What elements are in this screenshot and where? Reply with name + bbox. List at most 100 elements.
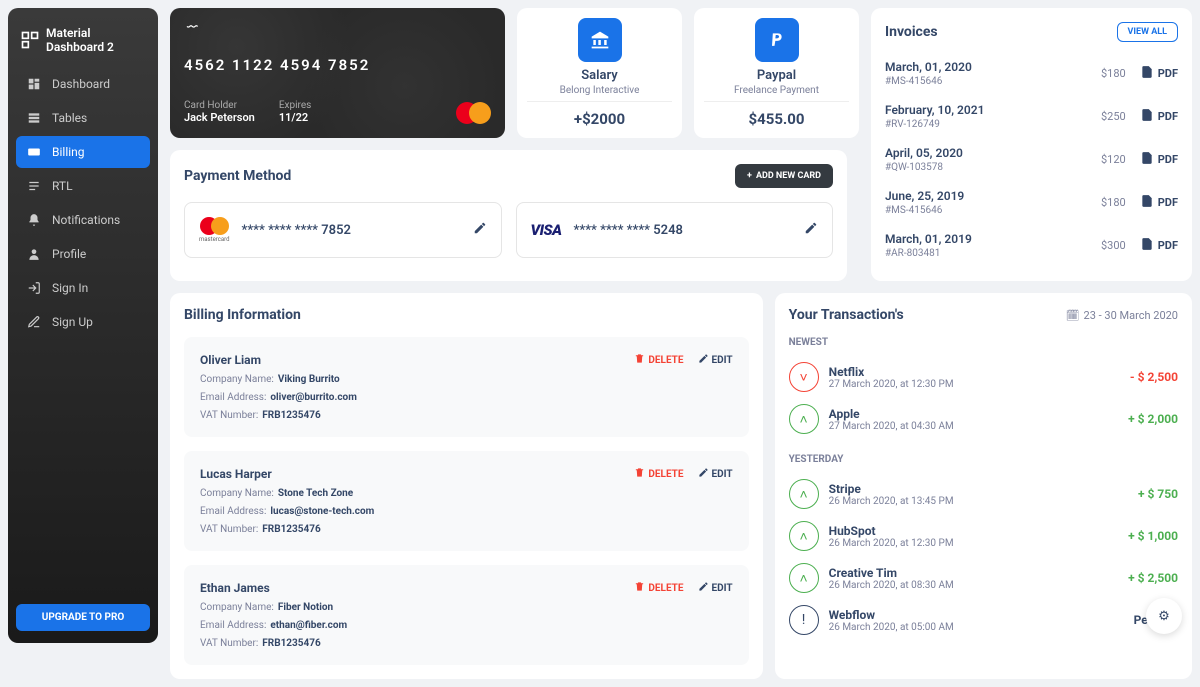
invoices-title: Invoices <box>885 24 938 40</box>
tx-amount: + $ 1,000 <box>1128 529 1178 543</box>
expires-value: 11/22 <box>279 111 311 124</box>
nav-icon <box>26 280 42 296</box>
tx-time: 26 March 2020, at 05:00 AM <box>829 622 954 633</box>
nav-tables[interactable]: Tables <box>16 102 150 134</box>
edit-button[interactable]: EDIT <box>698 581 733 595</box>
nav-label: Dashboard <box>52 77 110 91</box>
invoice-amount: $300 <box>1101 239 1126 252</box>
invoice-id: #MS-415646 <box>885 205 964 216</box>
card-masked: **** **** **** 5248 <box>574 223 792 238</box>
add-card-button[interactable]: +ADD NEW CARD <box>735 164 833 188</box>
nav-notifications[interactable]: Notifications <box>16 204 150 236</box>
payment-card: mastercard **** **** **** 7852 <box>184 202 502 258</box>
nav-icon <box>26 178 42 194</box>
trash-icon <box>634 467 645 481</box>
invoice-date: April, 05, 2020 <box>885 146 963 160</box>
wifi-icon: ⌇ <box>183 23 199 37</box>
brand[interactable]: Material Dashboard 2 <box>16 20 150 68</box>
nav-icon <box>26 212 42 228</box>
invoice-id: #MS-415646 <box>885 76 972 87</box>
pdf-link[interactable]: PDF <box>1140 65 1178 82</box>
expires-label: Expires <box>279 100 311 111</box>
nav-dashboard[interactable]: Dashboard <box>16 68 150 100</box>
nav-icon <box>26 76 42 92</box>
invoices-card: Invoices VIEW ALL March, 01, 2020#MS-415… <box>871 8 1192 281</box>
trash-icon <box>634 353 645 367</box>
mastercard-icon: mastercard <box>199 217 230 243</box>
plus-icon: + <box>747 171 752 181</box>
tx-group-newest: NEWEST <box>789 337 1178 348</box>
edit-button[interactable]: EDIT <box>698 353 733 367</box>
stat-title: Paypal <box>734 68 819 83</box>
tx-time: 27 March 2020, at 12:30 PM <box>829 379 954 390</box>
sidebar: Material Dashboard 2 Dashboard TablesBill… <box>8 8 158 643</box>
tx-name: Apple <box>829 407 954 421</box>
nav-sign-in[interactable]: Sign In <box>16 272 150 304</box>
view-all-button[interactable]: VIEW ALL <box>1117 22 1178 42</box>
pdf-link[interactable]: PDF <box>1140 151 1178 168</box>
tx-amount: - $ 2,500 <box>1130 370 1178 384</box>
nav-label: RTL <box>52 179 73 193</box>
pencil-icon <box>698 353 709 367</box>
nav-sign-up[interactable]: Sign Up <box>16 306 150 338</box>
billing-name: Oliver Liam <box>200 353 261 367</box>
delete-button[interactable]: DELETE <box>634 581 683 595</box>
nav-billing[interactable]: Billing <box>16 136 150 168</box>
main-content: ⌇ 4562 1122 4594 7852 Card Holder Jack P… <box>170 8 1192 679</box>
paypal-icon <box>755 18 799 62</box>
brand-label: Material Dashboard 2 <box>46 26 146 54</box>
nav-rtl[interactable]: RTL <box>16 170 150 202</box>
edit-card-icon[interactable] <box>804 221 818 239</box>
nav-label: Sign Up <box>52 315 93 329</box>
transaction-row: ˄Apple27 March 2020, at 04:30 AM+ $ 2,00… <box>789 398 1178 440</box>
tx-direction-icon: ˅ <box>789 362 819 392</box>
transaction-row: ˄Stripe26 March 2020, at 13:45 PM+ $ 750 <box>789 473 1178 515</box>
card-masked: **** **** **** 7852 <box>242 223 461 238</box>
invoice-date: March, 01, 2019 <box>885 232 972 246</box>
tx-direction-icon: ˄ <box>789 521 819 551</box>
invoice-row: April, 05, 2020 #QW-103578 $120 PDF <box>885 138 1178 181</box>
nav-label: Notifications <box>52 213 120 227</box>
tx-name: Webflow <box>829 608 954 622</box>
delete-button[interactable]: DELETE <box>634 353 683 367</box>
nav-icon <box>26 144 42 160</box>
pdf-link[interactable]: PDF <box>1140 194 1178 211</box>
payment-title: Payment Method <box>184 168 291 184</box>
gear-icon: ⚙ <box>1158 609 1170 624</box>
stat-val: +$2000 <box>527 101 672 128</box>
mastercard-icon <box>456 102 491 124</box>
delete-button[interactable]: DELETE <box>634 467 683 481</box>
nav-label: Sign In <box>52 281 88 295</box>
invoice-amount: $250 <box>1101 110 1126 123</box>
invoice-row: June, 25, 2019#MS-415646$180PDF <box>885 181 1178 224</box>
settings-fab[interactable]: ⚙ <box>1146 598 1182 634</box>
tx-name: Netflix <box>829 365 954 379</box>
transactions-range: 🗓 23 - 30 March 2020 <box>1066 309 1178 322</box>
invoice-date: June, 25, 2019 <box>885 189 964 203</box>
stat-sub: Freelance Payment <box>734 85 819 96</box>
tx-time: 26 March 2020, at 12:30 PM <box>829 538 954 549</box>
pencil-icon <box>698 581 709 595</box>
edit-card-icon[interactable] <box>473 221 487 239</box>
nav-profile[interactable]: Profile <box>16 238 150 270</box>
stat-val: $455.00 <box>704 101 849 128</box>
upgrade-button[interactable]: UPGRADE TO PRO <box>16 604 150 631</box>
billing-item: Ethan JamesDELETEEDITCompany Name:Fiber … <box>184 565 749 665</box>
invoice-amount: $120 <box>1101 153 1126 166</box>
tx-time: 26 March 2020, at 13:45 PM <box>829 496 954 507</box>
pdf-link[interactable]: PDF <box>1140 108 1178 125</box>
billing-title: Billing Information <box>184 307 749 323</box>
tx-amount: + $ 2,000 <box>1128 412 1178 426</box>
pdf-link[interactable]: PDF <box>1140 237 1178 254</box>
invoice-row: March, 01, 2020#MS-415646$180PDF <box>885 52 1178 95</box>
transactions-title: Your Transaction's <box>789 307 904 323</box>
invoice-row: March, 01, 2019#AR-803481$300PDF <box>885 224 1178 267</box>
edit-button[interactable]: EDIT <box>698 467 733 481</box>
transaction-row: ˄Creative Tim26 March 2020, at 08:30 AM+… <box>789 557 1178 599</box>
billing-name: Lucas Harper <box>200 467 272 481</box>
tx-name: Stripe <box>829 482 954 496</box>
pdf-icon <box>1140 151 1154 168</box>
credit-card: ⌇ 4562 1122 4594 7852 Card Holder Jack P… <box>170 8 505 138</box>
nav-icon <box>26 110 42 126</box>
invoice-id: #QW-103578 <box>885 162 963 173</box>
